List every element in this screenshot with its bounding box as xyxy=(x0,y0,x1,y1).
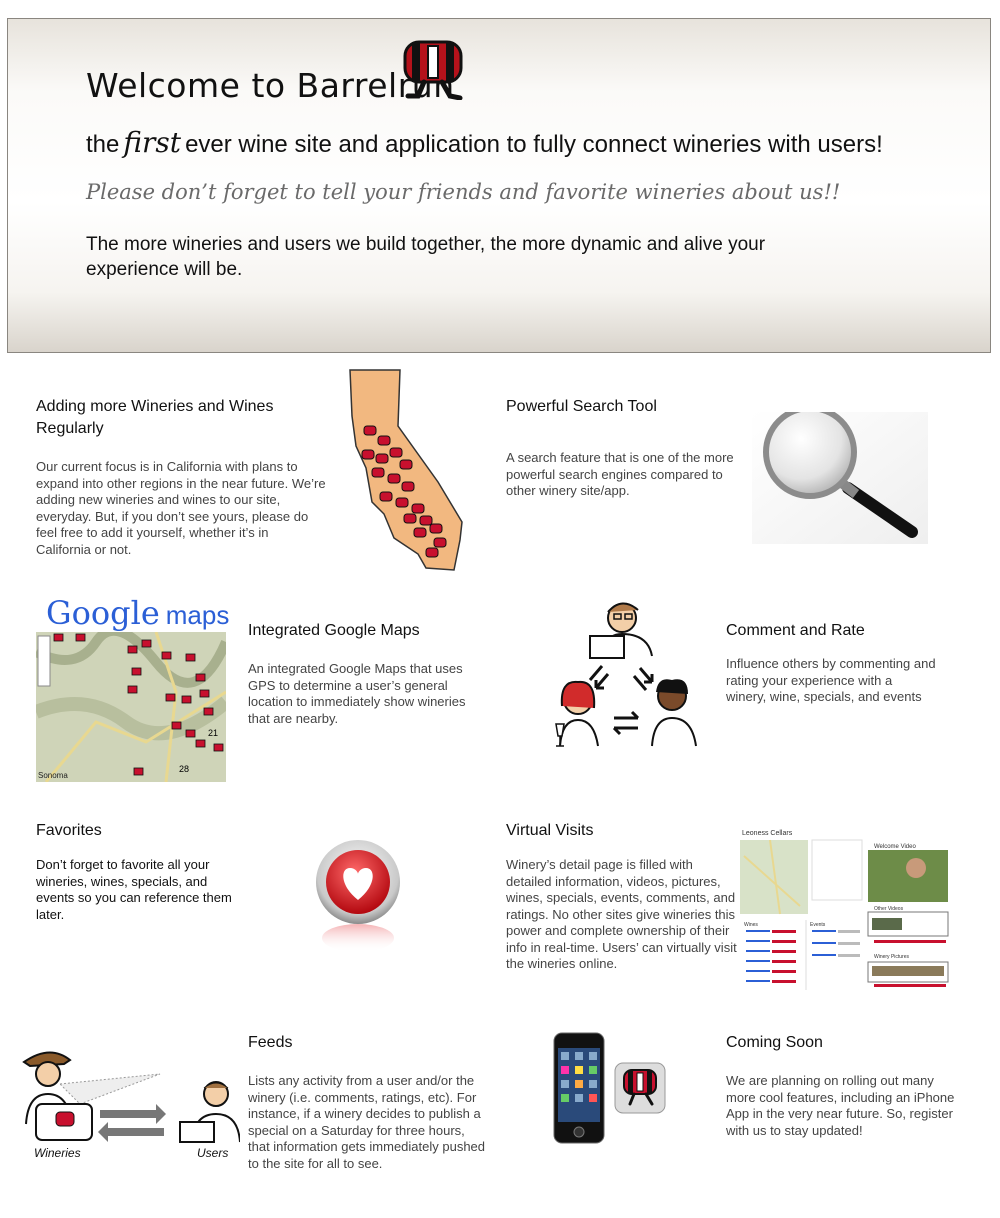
share-reminder: Please don’t forget to tell your friends… xyxy=(86,180,841,204)
iphone-icon xyxy=(553,1032,605,1144)
feeds-label-users: Users xyxy=(197,1146,229,1160)
welcome-heading: Welcome to Barrelrun xyxy=(86,66,455,105)
maps-text: An integrated Google Maps that uses GPS … xyxy=(248,661,466,726)
search-title: Powerful Search Tool xyxy=(506,398,657,415)
coming-title: Coming Soon xyxy=(726,1034,823,1051)
shot-wines: Wines xyxy=(744,922,758,928)
adding-title: Adding more Wineries and Wines Regularly xyxy=(36,398,274,437)
map-label-sonoma: Sonoma xyxy=(38,771,68,780)
google-maps-logo: Google maps xyxy=(46,594,230,632)
search-text: A search feature that is one of the more… xyxy=(506,450,734,498)
favorites-title: Favorites xyxy=(36,822,102,839)
comment-title: Comment and Rate xyxy=(726,622,865,639)
maps-title: Integrated Google Maps xyxy=(248,622,420,639)
barrelrun-logo-icon xyxy=(402,40,466,100)
feeds-label-wineries: Wineries xyxy=(34,1146,81,1160)
feeds-text: Lists any activity from a user and/or th… xyxy=(248,1073,486,1171)
feeds-title: Feeds xyxy=(248,1034,293,1051)
google-map-thumbnail: 21 28 Sonoma xyxy=(36,632,226,782)
shot-title: Leoness Cellars xyxy=(742,830,793,837)
magnifying-glass-icon xyxy=(752,412,928,544)
barrelrun-app-icon xyxy=(614,1062,666,1114)
comment-text: Influence others by commenting and ratin… xyxy=(726,656,936,704)
tagline: the first ever wine site and application t… xyxy=(86,126,883,159)
people-commenting-icon xyxy=(552,596,702,752)
shot-events: Events xyxy=(810,922,826,928)
shot-other-videos: Other Videos xyxy=(874,906,904,912)
heart-favorite-icon xyxy=(310,838,406,958)
adding-text: Our current focus is in California with … xyxy=(36,459,326,557)
feeds-illustration xyxy=(20,1044,240,1154)
winery-page-screenshot: Leoness Cellars Welcome Video Other Vide… xyxy=(740,826,952,992)
shot-video: Welcome Video xyxy=(874,844,916,850)
virtual-text: Winery’s detail page is filled with deta… xyxy=(506,857,737,971)
map-label-28: 28 xyxy=(179,764,189,774)
shot-pictures: Winery Pictures xyxy=(874,954,910,960)
coming-text: We are planning on rolling out many more… xyxy=(726,1073,955,1138)
community-text: The more wineries and users we build tog… xyxy=(86,234,766,280)
favorites-text: Don’t forget to favorite all your wineri… xyxy=(36,857,232,922)
california-map-icon xyxy=(342,364,472,574)
map-label-21: 21 xyxy=(208,728,218,738)
virtual-title: Virtual Visits xyxy=(506,822,594,839)
